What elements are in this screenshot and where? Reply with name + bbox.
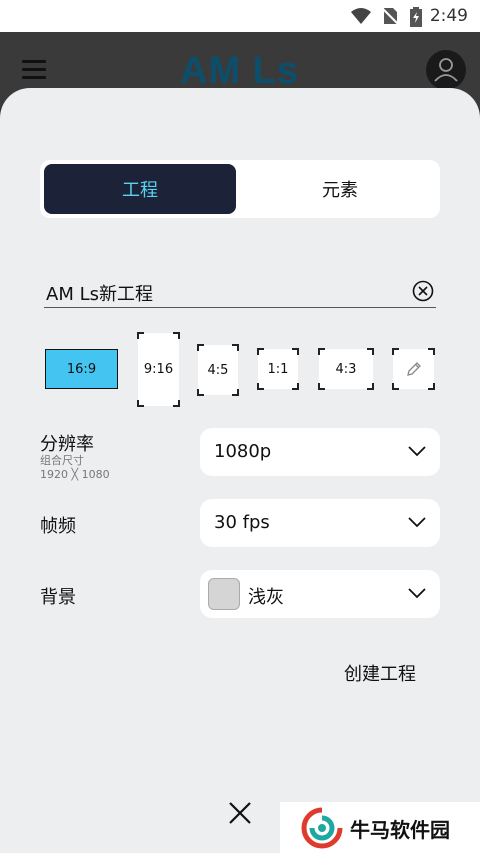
ratio-custom[interactable]: [392, 348, 435, 390]
clear-icon[interactable]: [412, 280, 434, 302]
close-icon[interactable]: [227, 800, 253, 826]
resolution-size: 1920 ╳ 1080: [40, 468, 110, 481]
pencil-icon: [406, 362, 421, 376]
frame-rate-select[interactable]: 30 fps: [200, 499, 440, 547]
project-name-field[interactable]: AM Ls新工程: [44, 278, 436, 308]
battery-charging-icon: [410, 7, 422, 27]
no-sim-icon: [381, 7, 399, 25]
frame-rate-label: 帧频: [40, 516, 76, 537]
resolution-select[interactable]: 1080p: [200, 428, 440, 476]
wifi-icon: [351, 8, 371, 24]
status-bar: 2:49: [0, 0, 480, 32]
resolution-value: 1080p: [214, 441, 272, 462]
watermark: 牛马软件园: [280, 802, 480, 853]
frame-rate-value: 30 fps: [214, 512, 270, 533]
background-color-swatch: [208, 578, 240, 610]
tab-elements[interactable]: 元素: [244, 164, 436, 214]
background-select[interactable]: 浅灰: [200, 570, 440, 618]
tab-bar: 工程 元素: [40, 160, 440, 218]
menu-icon[interactable]: [22, 60, 46, 80]
ratio-1-1[interactable]: 1:1: [257, 348, 299, 390]
project-name-value: AM Ls新工程: [46, 284, 153, 305]
new-project-sheet: 工程 元素 AM Ls新工程 16:9 9:16 4:5 1:1 4:3 分辨率…: [0, 88, 480, 853]
ratio-label: 1:1: [267, 361, 289, 377]
ratio-label: 4:3: [335, 361, 357, 377]
avatar[interactable]: [426, 50, 466, 90]
watermark-text: 牛马软件园: [350, 818, 450, 842]
chevron-down-icon: [408, 588, 426, 599]
background-value: 浅灰: [248, 587, 284, 608]
background-label: 背景: [40, 587, 76, 608]
chevron-down-icon: [408, 517, 426, 528]
chevron-down-icon: [408, 446, 426, 457]
ratio-label: 4:5: [207, 362, 229, 378]
user-icon: [434, 58, 458, 82]
resolution-sub-label: 组合尺寸: [40, 454, 84, 467]
tab-project[interactable]: 工程: [44, 164, 236, 214]
status-time: 2:49: [429, 6, 468, 26]
ratio-16-9[interactable]: 16:9: [45, 349, 118, 389]
ratio-label: 9:16: [143, 362, 174, 377]
ratio-4-3[interactable]: 4:3: [318, 348, 374, 390]
watermark-logo-icon: [301, 807, 343, 849]
app-logo: AM Ls: [180, 50, 299, 92]
ratio-4-5[interactable]: 4:5: [197, 344, 239, 396]
ratio-9-16[interactable]: 9:16: [137, 332, 180, 407]
ratio-label: 16:9: [66, 361, 97, 377]
create-project-button[interactable]: 创建工程: [344, 660, 416, 686]
